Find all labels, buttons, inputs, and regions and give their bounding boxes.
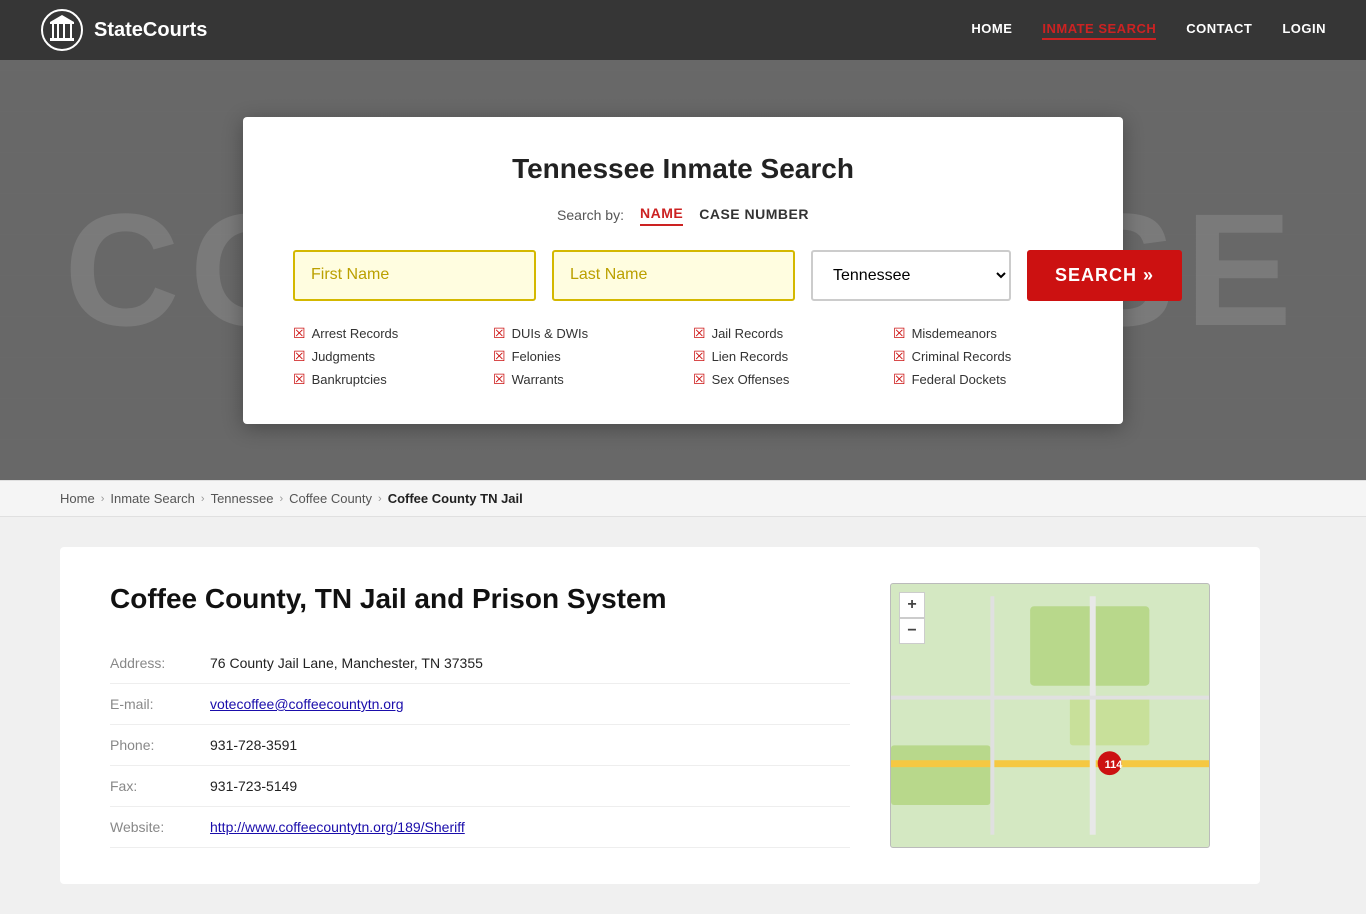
check-icon: ☒ [693, 325, 706, 342]
checklist-label: Criminal Records [912, 349, 1012, 364]
info-link[interactable]: votecoffee@coffeecountytn.org [210, 696, 404, 712]
jail-title: Coffee County, TN Jail and Prison System [110, 583, 850, 615]
content-inner: Coffee County, TN Jail and Prison System… [110, 583, 1210, 848]
breadcrumb-sep-1: › [101, 493, 105, 505]
info-link[interactable]: http://www.coffeecountytn.org/189/Sherif… [210, 819, 465, 835]
checklist-item: ☒ Federal Dockets [893, 371, 1073, 388]
check-icon: ☒ [693, 371, 706, 388]
checklist-item: ☒ Felonies [493, 348, 673, 365]
breadcrumb: Home › Inmate Search › Tennessee › Coffe… [0, 480, 1366, 517]
check-icon: ☒ [493, 371, 506, 388]
nav-login[interactable]: LOGIN [1282, 21, 1326, 40]
check-icon: ☒ [493, 325, 506, 342]
last-name-input[interactable] [552, 250, 795, 301]
info-value: 931-728-3591 [210, 725, 850, 766]
map-zoom-out[interactable]: − [899, 618, 925, 644]
nav-contact[interactable]: CONTACT [1186, 21, 1252, 40]
map-zoom-in[interactable]: + [899, 592, 925, 618]
checklist-label: Warrants [512, 372, 564, 387]
check-icon: ☒ [493, 348, 506, 365]
info-label: E-mail: [110, 684, 210, 725]
checklist-item: ☒ Sex Offenses [693, 371, 873, 388]
checklist-grid: ☒ Arrest Records ☒ DUIs & DWIs ☒ Jail Records… [293, 325, 1073, 388]
map-container: + − 114 [890, 583, 1210, 848]
checklist-label: Misdemeanors [912, 326, 997, 341]
site-header: StateCourts HOME INMATE SEARCH CONTACT L… [0, 0, 1366, 60]
nav-home[interactable]: HOME [971, 21, 1012, 40]
checklist-label: Jail Records [712, 326, 784, 341]
checklist-label: Felonies [512, 349, 561, 364]
info-value: 76 County Jail Lane, Manchester, TN 3735… [210, 643, 850, 684]
check-icon: ☒ [693, 348, 706, 365]
logo-text: StateCourts [94, 19, 207, 42]
search-card: Tennessee Inmate Search Search by: NAME … [243, 117, 1123, 424]
info-value: 931-723-5149 [210, 766, 850, 807]
checklist-label: Judgments [312, 349, 376, 364]
breadcrumb-inmate-search[interactable]: Inmate Search [110, 491, 195, 506]
breadcrumb-current: Coffee County TN Jail [388, 491, 523, 506]
content-info: Coffee County, TN Jail and Prison System… [110, 583, 850, 848]
check-icon: ☒ [293, 348, 306, 365]
checklist-label: Lien Records [712, 349, 789, 364]
checklist-item: ☒ Bankruptcies [293, 371, 473, 388]
content-area: Coffee County, TN Jail and Prison System… [0, 517, 1366, 914]
info-label: Phone: [110, 725, 210, 766]
first-name-input[interactable] [293, 250, 536, 301]
info-value[interactable]: votecoffee@coffeecountytn.org [210, 684, 850, 725]
search-card-title: Tennessee Inmate Search [293, 153, 1073, 185]
breadcrumb-sep-4: › [378, 493, 382, 505]
info-row: E-mail:votecoffee@coffeecountytn.org [110, 684, 850, 725]
map-controls: + − [899, 592, 925, 644]
info-label: Website: [110, 807, 210, 848]
tab-case-number[interactable]: CASE NUMBER [699, 206, 809, 225]
check-icon: ☒ [893, 371, 906, 388]
breadcrumb-sep-3: › [279, 493, 283, 505]
hero-section: COURTHOUSE Tennessee Inmate Search Searc… [0, 60, 1366, 480]
checklist-label: Federal Dockets [912, 372, 1007, 387]
search-inputs-row: Tennessee Alabama Georgia SEARCH » [293, 250, 1073, 301]
info-table: Address:76 County Jail Lane, Manchester,… [110, 643, 850, 848]
checklist-item: ☒ Warrants [493, 371, 673, 388]
svg-text:114: 114 [1105, 759, 1124, 771]
check-icon: ☒ [893, 325, 906, 342]
checklist-item: ☒ Criminal Records [893, 348, 1073, 365]
checklist-label: Sex Offenses [712, 372, 790, 387]
state-select[interactable]: Tennessee Alabama Georgia [811, 250, 1011, 301]
checklist-label: Arrest Records [312, 326, 399, 341]
info-value[interactable]: http://www.coffeecountytn.org/189/Sherif… [210, 807, 850, 848]
tab-name[interactable]: NAME [640, 205, 683, 226]
map-svg: 114 [891, 584, 1209, 847]
breadcrumb-tennessee[interactable]: Tennessee [211, 491, 274, 506]
search-button[interactable]: SEARCH » [1027, 250, 1182, 301]
checklist-item: ☒ DUIs & DWIs [493, 325, 673, 342]
checklist-label: DUIs & DWIs [512, 326, 589, 341]
search-by-label: Search by: [557, 207, 624, 223]
check-icon: ☒ [293, 325, 306, 342]
logo-icon [40, 8, 84, 52]
check-icon: ☒ [893, 348, 906, 365]
info-label: Fax: [110, 766, 210, 807]
main-nav: HOME INMATE SEARCH CONTACT LOGIN [971, 21, 1326, 40]
nav-inmate-search[interactable]: INMATE SEARCH [1042, 21, 1156, 40]
checklist-item: ☒ Arrest Records [293, 325, 473, 342]
breadcrumb-sep-2: › [201, 493, 205, 505]
checklist-item: ☒ Jail Records [693, 325, 873, 342]
checklist-label: Bankruptcies [312, 372, 387, 387]
breadcrumb-home[interactable]: Home [60, 491, 95, 506]
checklist-item: ☒ Misdemeanors [893, 325, 1073, 342]
info-row: Website:http://www.coffeecountytn.org/18… [110, 807, 850, 848]
info-label: Address: [110, 643, 210, 684]
info-row: Phone:931-728-3591 [110, 725, 850, 766]
info-row: Address:76 County Jail Lane, Manchester,… [110, 643, 850, 684]
breadcrumb-coffee-county[interactable]: Coffee County [289, 491, 372, 506]
check-icon: ☒ [293, 371, 306, 388]
search-by-row: Search by: NAME CASE NUMBER [293, 205, 1073, 226]
checklist-item: ☒ Judgments [293, 348, 473, 365]
info-row: Fax:931-723-5149 [110, 766, 850, 807]
checklist-item: ☒ Lien Records [693, 348, 873, 365]
content-card: Coffee County, TN Jail and Prison System… [60, 547, 1260, 884]
logo[interactable]: StateCourts [40, 8, 207, 52]
